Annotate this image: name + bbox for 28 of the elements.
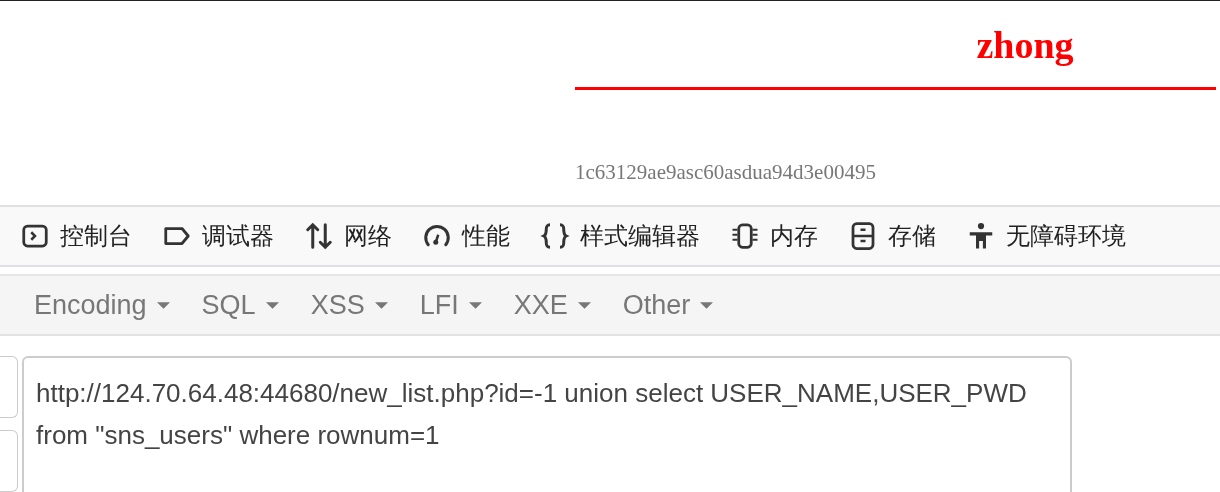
devtools-tab[interactable]: 存储 <box>848 220 936 253</box>
menu-dropdown[interactable]: XXE <box>499 283 605 327</box>
menu-dropdown[interactable]: LFI <box>405 283 496 327</box>
braces-icon <box>540 221 570 252</box>
caret-icon <box>468 301 482 309</box>
side-button[interactable] <box>0 430 18 492</box>
page-heading: zhong <box>975 23 1075 68</box>
menu-dropdown[interactable]: Other <box>608 283 728 327</box>
devtools-tab[interactable]: 调试器 <box>162 220 274 253</box>
devtools-tab[interactable]: 无障碍环境 <box>966 220 1126 253</box>
url-field[interactable]: http://124.70.64.48:44680/new_list.php?id=-1 union select USER_NAME,USER_PWD from "sns_users" where rownum=1 <box>22 356 1072 492</box>
side-button[interactable] <box>0 356 18 418</box>
up-down-arrows-icon <box>304 221 334 252</box>
menu-dropdown[interactable]: XSS <box>296 283 402 327</box>
devtools-tab[interactable]: 性能 <box>422 220 510 253</box>
chip-icon <box>730 221 760 252</box>
menu-dropdown[interactable]: SQL <box>187 283 293 327</box>
menu-dropdown[interactable]: Encoding <box>20 283 184 327</box>
devtools-tab[interactable]: 样式编辑器 <box>540 220 700 253</box>
caret-icon <box>156 301 170 309</box>
caret-icon <box>374 301 388 309</box>
devtools-tab[interactable]: 内存 <box>730 220 818 253</box>
caret-icon <box>577 301 591 309</box>
caret-icon <box>700 301 714 309</box>
hash-text: 1c63129ae9asc60asdua94d3e00495 <box>575 160 877 185</box>
devtools-tab[interactable]: 网络 <box>304 220 392 253</box>
caret-icon <box>265 301 279 309</box>
devtools-tab[interactable]: 控制台 <box>20 220 132 253</box>
